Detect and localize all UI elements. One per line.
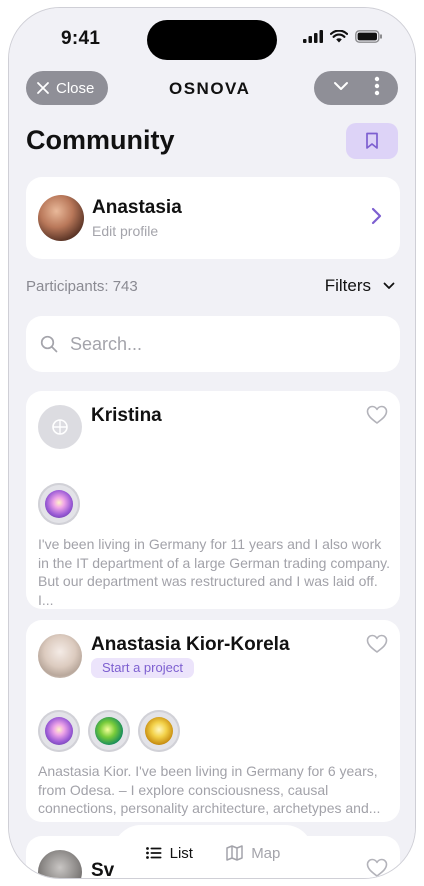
search-placeholder: Search...	[70, 333, 143, 354]
green-orb-badge[interactable]	[88, 710, 130, 752]
status-time: 9:41	[61, 28, 101, 49]
battery-icon	[355, 30, 382, 43]
badge-list	[38, 483, 80, 525]
heart-icon[interactable]	[366, 858, 388, 878]
member-card[interactable]: Anastasia Kior-Korela Start a project An…	[26, 620, 400, 822]
filters-button[interactable]: Filters	[325, 276, 395, 296]
nav-map[interactable]: Map	[226, 845, 280, 862]
signal-icon	[303, 30, 323, 43]
edit-profile-link[interactable]: Edit profile	[92, 223, 158, 239]
avatar	[38, 850, 82, 878]
start-project-tag: Start a project	[91, 658, 194, 678]
nav-map-label: Map	[251, 844, 281, 862]
avatar	[38, 195, 84, 241]
badge-list	[38, 710, 180, 752]
wifi-icon	[330, 30, 348, 43]
heart-icon[interactable]	[366, 634, 388, 654]
close-icon	[37, 82, 49, 94]
gold-orb-badge[interactable]	[138, 710, 180, 752]
dynamic-island	[147, 20, 277, 60]
more-options-button[interactable]	[374, 76, 380, 101]
list-icon	[145, 847, 162, 859]
collapse-button[interactable]	[332, 79, 350, 97]
status-icons	[303, 30, 383, 43]
chevron-down-icon	[334, 82, 348, 90]
my-profile-card[interactable]: Anastasia Edit profile	[26, 177, 400, 259]
page-title: Community	[26, 125, 175, 155]
window-controls	[314, 71, 398, 105]
member-name: Kristina	[91, 405, 162, 426]
bookmarks-button[interactable]	[346, 123, 398, 159]
phone-frame: 9:41 Close OSNOVA Community Anastasia Ed…	[8, 7, 416, 879]
search-input[interactable]: Search...	[26, 316, 400, 372]
filters-label: Filters	[324, 276, 371, 295]
member-name: Sv	[91, 860, 115, 879]
app-logo: OSNOVA	[169, 79, 251, 98]
heart-icon[interactable]	[366, 405, 388, 425]
nav-list[interactable]: List	[145, 844, 193, 862]
member-card[interactable]: Kristina I've been living in Germany for…	[26, 391, 400, 609]
avatar	[38, 405, 82, 449]
purple-orb-badge[interactable]	[38, 710, 80, 752]
globe-icon	[52, 419, 68, 435]
chevron-right-icon	[371, 207, 382, 225]
nav-list-label: List	[169, 844, 193, 862]
chevron-down-icon	[383, 282, 395, 289]
search-icon	[40, 335, 58, 353]
member-name: Anastasia Kior-Korela	[91, 634, 290, 655]
bottom-nav: List Map	[113, 825, 313, 878]
screen: 9:41 Close OSNOVA Community Anastasia Ed…	[9, 8, 415, 878]
participants-count: Participants: 743	[26, 278, 138, 295]
close-button[interactable]: Close	[26, 71, 108, 105]
bookmark-icon	[366, 132, 378, 149]
avatar	[38, 634, 82, 678]
profile-name: Anastasia	[92, 197, 182, 218]
more-vertical-icon	[374, 76, 380, 95]
map-icon	[226, 845, 243, 861]
member-bio: I've been living in Germany for 11 years…	[38, 536, 391, 608]
member-bio: Anastasia Kior. I've been living in Germ…	[38, 763, 381, 816]
close-label: Close	[56, 79, 95, 97]
purple-orb-badge[interactable]	[38, 483, 80, 525]
